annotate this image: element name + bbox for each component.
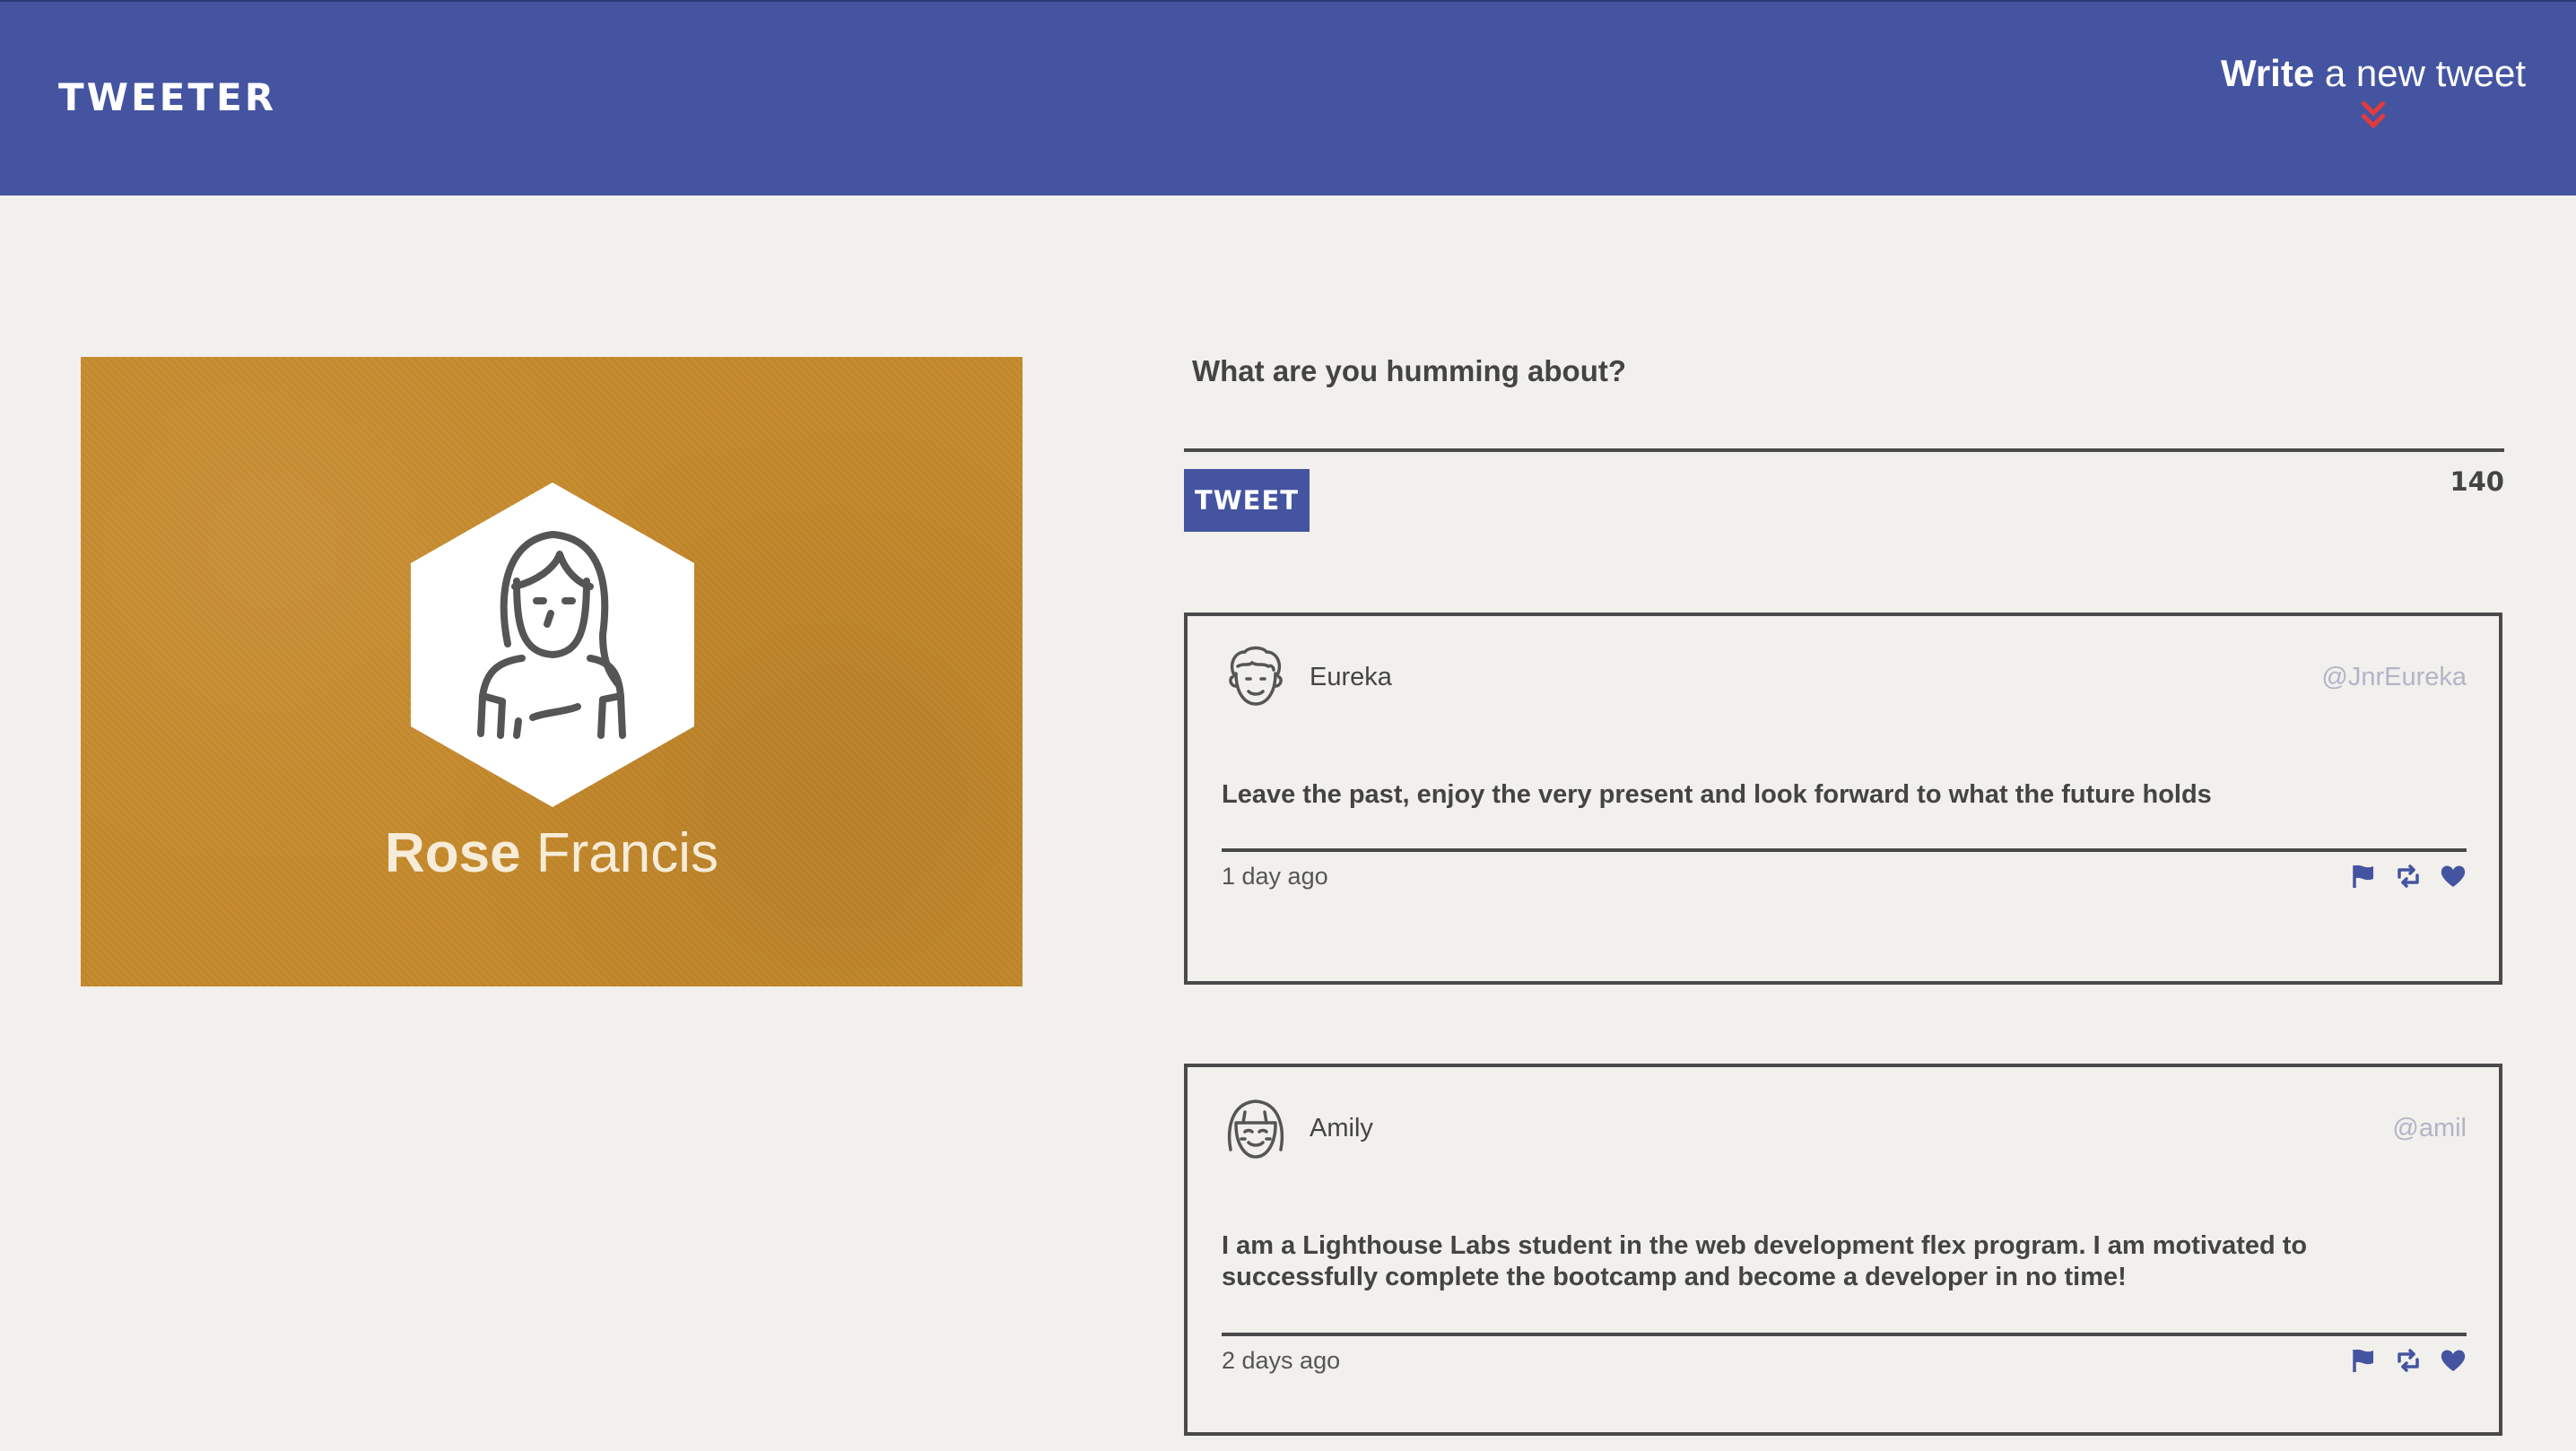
profile-card: Rose Francis <box>81 357 1023 986</box>
retweet-icon[interactable] <box>2395 863 2422 890</box>
write-new-tweet-bold: Write <box>2220 52 2315 94</box>
tweet-content: Leave the past, enjoy the very present a… <box>1222 780 2212 809</box>
tweet-prompt[interactable]: What are you humming about? <box>1192 354 1626 388</box>
tweet-card: Amily @amil I am a Lighthouse Labs stude… <box>1184 1064 2502 1436</box>
tweet-submit-button[interactable]: TWEET <box>1184 469 1310 532</box>
tweet-author-handle[interactable]: @JnrEureka <box>2321 663 2467 692</box>
write-new-tweet-toggle[interactable]: Write a new tweet <box>2221 52 2526 133</box>
tweet-actions <box>2350 1347 2467 1374</box>
profile-last-name: Francis <box>535 822 719 884</box>
navbar: TWEETER Write a new tweet <box>0 0 2576 195</box>
retweet-icon[interactable] <box>2395 1347 2422 1374</box>
composer-underline <box>1184 448 2504 452</box>
profile-name: Rose Francis <box>81 821 1023 885</box>
tweet-actions <box>2350 863 2467 890</box>
curly-hair-avatar-icon <box>1229 646 1283 706</box>
tweet-timestamp: 1 day ago <box>1222 863 1328 890</box>
character-counter: 140 <box>2450 466 2504 497</box>
profile-first-name: Rose <box>384 822 521 884</box>
tweet-author-name[interactable]: Eureka <box>1310 663 1392 692</box>
heart-icon[interactable] <box>2440 1347 2467 1374</box>
tweet-content: I am a Lighthouse Labs student in the we… <box>1222 1231 2308 1291</box>
write-new-tweet-rest: a new tweet <box>2314 52 2526 94</box>
smiling-girl-avatar-icon <box>1227 1099 1284 1159</box>
flag-icon[interactable] <box>2350 1347 2377 1374</box>
tweet-timestamp: 2 days ago <box>1222 1347 1341 1374</box>
write-new-tweet-label[interactable]: Write a new tweet <box>2221 52 2526 95</box>
heart-icon[interactable] <box>2440 863 2467 890</box>
app-logo[interactable]: TWEETER <box>58 75 276 119</box>
tweet-divider <box>1222 848 2467 852</box>
double-chevron-down-icon[interactable] <box>2355 97 2391 133</box>
tweet-author-name[interactable]: Amily <box>1310 1114 1373 1143</box>
tweet-card: Eureka @JnrEureka Leave the past, enjoy … <box>1184 613 2502 985</box>
woman-avatar-icon <box>411 482 694 807</box>
flag-icon[interactable] <box>2350 863 2377 890</box>
tweet-author-handle[interactable]: @amil <box>2392 1114 2467 1143</box>
tweet-divider <box>1222 1333 2467 1336</box>
